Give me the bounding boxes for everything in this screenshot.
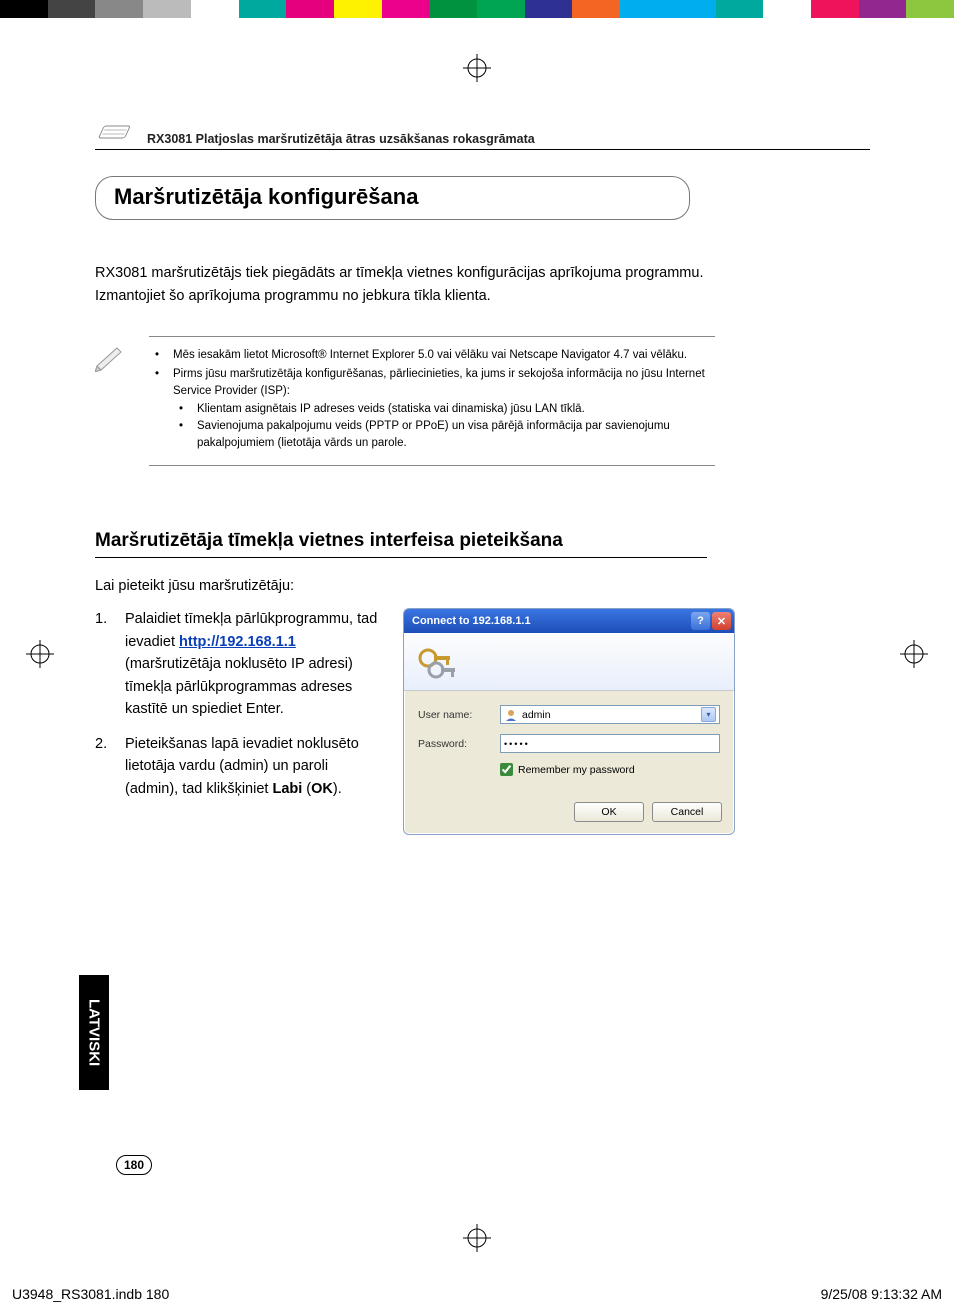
step-1: 1. Palaidiet tīmekļa pārlūkprogrammu, ta… bbox=[95, 608, 385, 720]
step-2: 2. Pieteikšanas lapā ievadiet noklusēto … bbox=[95, 733, 385, 800]
password-value: ••••• bbox=[504, 739, 530, 749]
ok-button[interactable]: OK bbox=[574, 802, 644, 822]
registration-mark-bottom bbox=[463, 1224, 491, 1252]
help-button[interactable]: ? bbox=[691, 612, 710, 630]
username-label: User name: bbox=[418, 709, 500, 721]
cancel-button[interactable]: Cancel bbox=[652, 802, 722, 822]
section-title: Maršrutizētāja konfigurēšana bbox=[114, 184, 671, 210]
language-tab: LATVISKI bbox=[79, 975, 109, 1090]
subsection-heading: Maršrutizētāja tīmekļa vietnes interfeis… bbox=[95, 530, 707, 558]
router-ip-link[interactable]: http://192.168.1.1 bbox=[179, 634, 296, 650]
intro-paragraph: RX3081 maršrutizētājs tiek piegādāts ar … bbox=[95, 262, 715, 308]
note-subitem: Klientam asignētais IP adreses veids (st… bbox=[149, 401, 715, 418]
registration-mark-top bbox=[463, 54, 491, 82]
note-block: Mēs iesakām lietot Microsoft® Internet E… bbox=[95, 336, 715, 466]
pen-icon bbox=[95, 344, 131, 372]
section-heading-pill: Maršrutizētāja konfigurēšana bbox=[95, 176, 690, 220]
lead-text: Lai pieteikt jūsu maršrutizētāju: bbox=[95, 578, 870, 594]
dialog-title: Connect to 192.168.1.1 bbox=[412, 615, 531, 627]
step-text: ( bbox=[302, 781, 311, 797]
note-subitem: Savienojuma pakalpojumu veids (PPTP or P… bbox=[149, 418, 715, 451]
registration-mark-left bbox=[26, 640, 54, 668]
page-content: RX3081 Platjoslas maršrutizētāja ātras u… bbox=[95, 120, 870, 835]
login-dialog: Connect to 192.168.1.1 ? ✕ User name: bbox=[403, 608, 735, 835]
registration-mark-right bbox=[900, 640, 928, 668]
dropdown-arrow-icon[interactable]: ▾ bbox=[701, 707, 716, 722]
step-bold: Labi bbox=[272, 781, 302, 797]
remember-label: Remember my password bbox=[518, 764, 635, 776]
step-text: ). bbox=[333, 781, 342, 797]
username-input[interactable]: admin ▾ bbox=[500, 705, 720, 724]
step-text: (maršrutizētāja noklusēto IP adresi) tīm… bbox=[125, 656, 353, 717]
footer-left: U3948_RS3081.indb 180 bbox=[12, 1286, 169, 1302]
steps-list: 1. Palaidiet tīmekļa pārlūkprogrammu, ta… bbox=[95, 608, 385, 835]
keys-icon bbox=[414, 640, 468, 684]
footer-right: 9/25/08 9:13:32 AM bbox=[821, 1286, 942, 1302]
user-icon bbox=[504, 708, 518, 722]
printer-color-strip bbox=[0, 0, 954, 18]
note-body: Mēs iesakām lietot Microsoft® Internet E… bbox=[149, 336, 715, 466]
close-button[interactable]: ✕ bbox=[712, 612, 731, 630]
dialog-banner bbox=[404, 633, 734, 691]
print-footer: U3948_RS3081.indb 180 9/25/08 9:13:32 AM bbox=[12, 1286, 942, 1302]
header-title: RX3081 Platjoslas maršrutizētāja ātras u… bbox=[147, 132, 535, 146]
note-item: Pirms jūsu maršrutizētāja konfigurēšanas… bbox=[149, 366, 715, 399]
remember-checkbox[interactable] bbox=[500, 763, 513, 776]
step-bold: OK bbox=[311, 781, 333, 797]
password-label: Password: bbox=[418, 738, 500, 750]
username-value: admin bbox=[522, 709, 701, 721]
router-icon bbox=[95, 120, 137, 146]
page-header: RX3081 Platjoslas maršrutizētāja ātras u… bbox=[95, 120, 870, 150]
password-input[interactable]: ••••• bbox=[500, 734, 720, 753]
dialog-titlebar[interactable]: Connect to 192.168.1.1 ? ✕ bbox=[404, 609, 734, 633]
page-number: 180 bbox=[116, 1155, 152, 1175]
note-item: Mēs iesakām lietot Microsoft® Internet E… bbox=[149, 347, 715, 364]
